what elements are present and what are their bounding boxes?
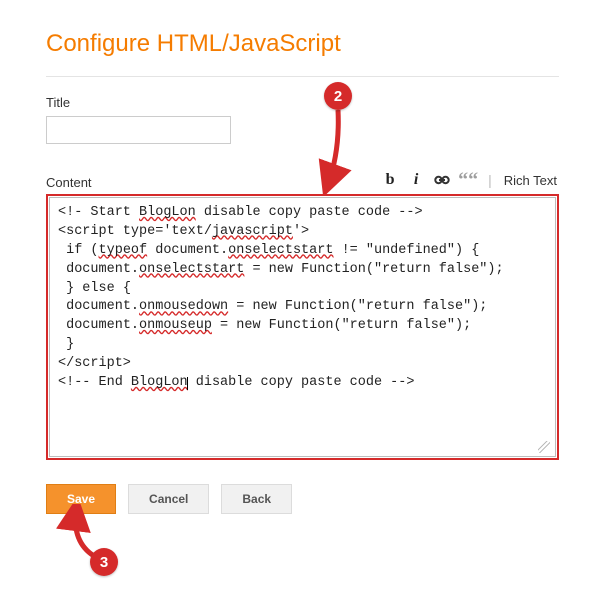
back-button[interactable]: Back [221,484,292,514]
title-input[interactable] [46,116,231,144]
link-icon[interactable] [432,170,452,190]
content-label: Content [46,175,92,190]
annotation-badge-2: 2 [324,82,352,110]
divider-line [46,76,559,77]
save-button[interactable]: Save [46,484,116,514]
title-field: Title [46,95,559,144]
toolbar-divider: | [484,172,494,188]
bold-icon[interactable]: b [380,170,400,190]
cancel-button[interactable]: Cancel [128,484,209,514]
content-field: Content b i ““ | Rich Text <!- Start Blo… [46,170,559,460]
italic-icon[interactable]: i [406,170,426,190]
quote-icon[interactable]: ““ [458,170,478,190]
page-title: Configure HTML/JavaScript [46,30,559,58]
button-row: Save Cancel Back [46,484,559,514]
content-highlight-box: <!- Start BlogLon disable copy paste cod… [46,194,559,460]
resize-grip-icon[interactable] [538,441,550,453]
richtext-toggle[interactable]: Rich Text [500,173,557,188]
editor-toolbar: b i ““ | Rich Text [380,170,559,190]
content-editor[interactable]: <!- Start BlogLon disable copy paste cod… [49,197,556,457]
gadget-config-panel: Configure HTML/JavaScript 2 Title Conten… [0,0,605,544]
title-label: Title [46,95,559,110]
annotation-badge-3: 3 [90,548,118,576]
